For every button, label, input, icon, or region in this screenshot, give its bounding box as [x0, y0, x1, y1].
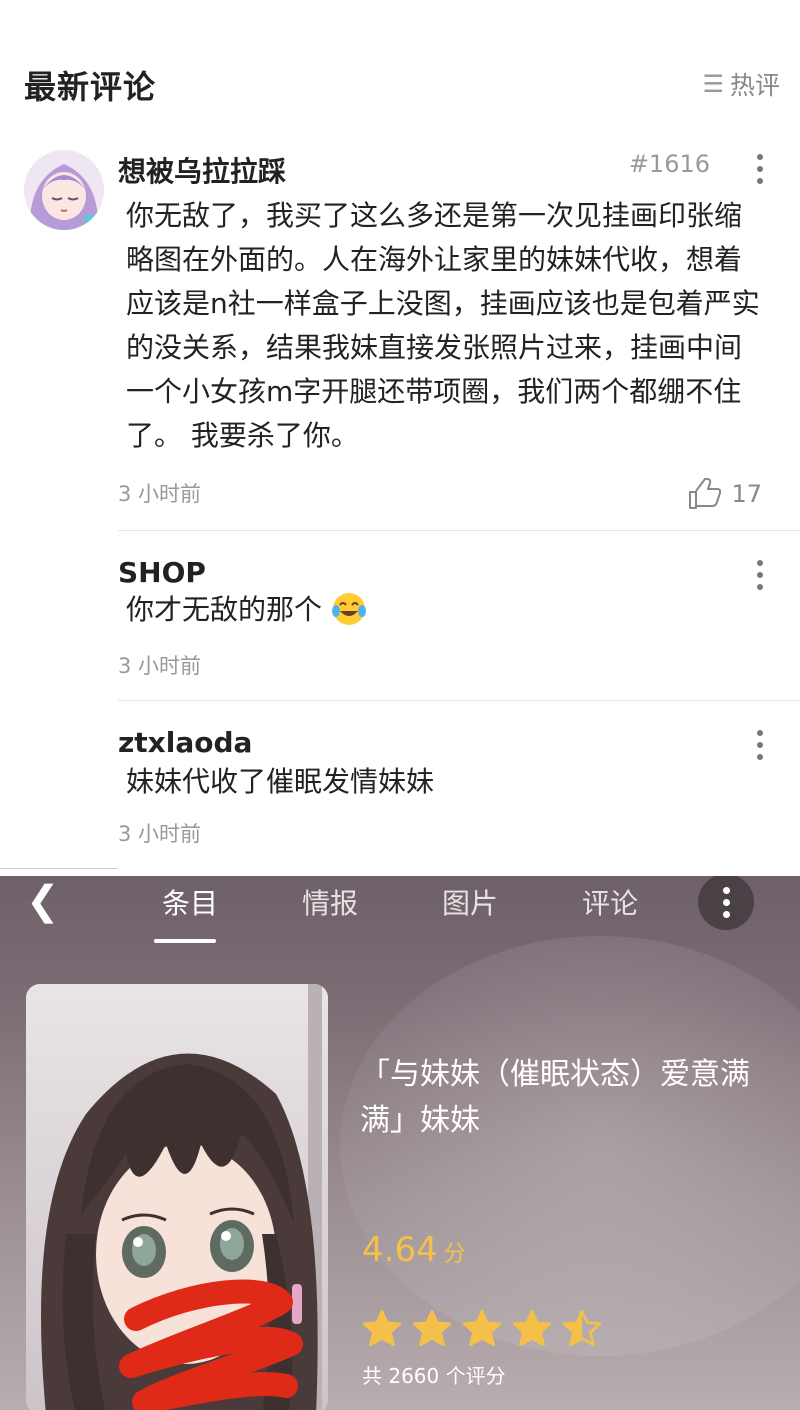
star-half-icon — [562, 1309, 602, 1347]
like-button[interactable]: 17 — [687, 478, 762, 510]
comment-text-content: 你才无敌的那个 — [126, 593, 323, 626]
divider — [0, 868, 118, 869]
menu-icon: ☰ — [702, 70, 724, 98]
active-tab-indicator — [154, 939, 216, 943]
rating-count: 共 2660 个评分 — [362, 1364, 506, 1388]
comment-username[interactable]: 想被乌拉拉踩 — [118, 150, 286, 190]
comment-time: 3 小时前 — [118, 482, 202, 506]
product-title: 「与妹妹（催眠状态）爱意满满」妹妹 — [360, 1057, 750, 1138]
thumbs-up-icon — [689, 478, 722, 509]
hot-sort-label: 热评 — [729, 71, 780, 100]
comment-time: 3 小时前 — [118, 654, 202, 678]
star-full-icon — [462, 1309, 502, 1347]
comment-text: 妹妹代收了催眠发情妹妹 — [126, 765, 435, 798]
more-options-button[interactable] — [698, 876, 754, 930]
comment-username[interactable]: ztxlaoda — [118, 726, 252, 759]
divider — [118, 700, 800, 701]
star-rating — [360, 1308, 604, 1348]
hot-sort-toggle[interactable]: ☰ 热评 — [702, 66, 780, 102]
tears-of-joy-emoji — [331, 593, 366, 625]
comment-text: 你无敌了，我买了这么多还是第一次见挂画印张缩略图在外面的。人在海外让家里的妹妹代… — [126, 199, 760, 452]
product-cover-image[interactable] — [26, 984, 328, 1410]
tab-images[interactable]: 图片 — [400, 882, 540, 922]
comment-time: 3 小时前 — [118, 822, 202, 846]
tab-reviews[interactable]: 评论 — [540, 882, 680, 922]
comment-more-icon[interactable] — [750, 154, 770, 184]
divider — [118, 530, 800, 531]
section-title: 最新评论 — [24, 68, 157, 106]
product-card: ❮ 条目 情报 图片 评论 「与妹妹（催眠状态）爱意满满」妹妹 4.64 分 共… — [0, 876, 800, 1410]
star-full-icon — [512, 1309, 552, 1347]
star-full-icon — [362, 1309, 402, 1347]
comment-more-icon[interactable] — [750, 560, 770, 590]
tab-news[interactable]: 情报 — [260, 882, 400, 922]
comments-panel: 最新评论 ☰ 热评 想被乌拉拉踩 #1616 你无敌了，我买了这么多还是第一次见… — [0, 0, 800, 872]
tab-entry[interactable]: 条目 — [120, 882, 260, 922]
back-chevron-icon[interactable]: ❮ — [26, 878, 60, 924]
tab-bar: 条目 情报 图片 评论 — [120, 882, 680, 922]
score-value: 4.64 — [362, 1230, 438, 1270]
avatar[interactable] — [24, 150, 104, 230]
score-unit: 分 — [443, 1242, 466, 1267]
comment-username[interactable]: SHOP — [118, 556, 206, 589]
score-display: 4.64 分 — [362, 1230, 466, 1270]
floor-number: #1616 — [628, 150, 710, 178]
comment-text: 你才无敌的那个 — [126, 588, 766, 632]
comment-more-icon[interactable] — [750, 730, 770, 760]
star-full-icon — [412, 1309, 452, 1347]
background-glow — [340, 936, 800, 1356]
like-count: 17 — [731, 480, 762, 508]
